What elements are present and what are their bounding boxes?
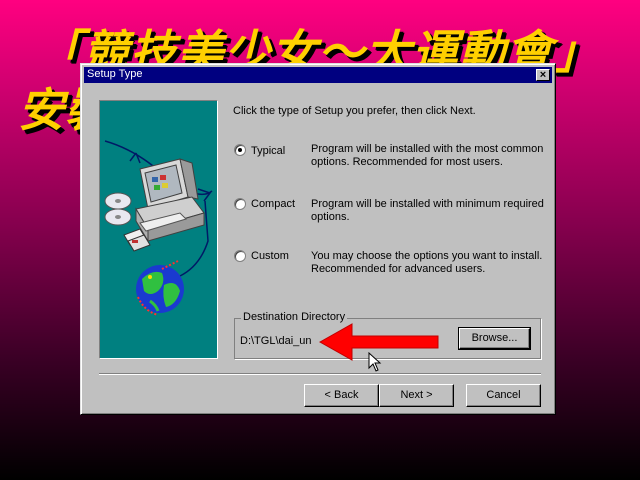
computer-illustration (104, 140, 213, 316)
option-label-compact[interactable]: Compact (251, 198, 295, 211)
radio-compact[interactable] (234, 198, 246, 210)
dialog-titlebar: Setup Type × (84, 67, 552, 83)
option-label-typical[interactable]: Typical (251, 145, 285, 158)
instruction-text: Click the type of Setup you prefer, then… (233, 105, 476, 117)
option-description-typical: Program will be installed with the most … (311, 143, 544, 168)
globe-icon (136, 260, 184, 316)
button-separator (99, 373, 541, 375)
option-description-custom: You may choose the options you want to i… (311, 250, 543, 275)
browse-button[interactable]: Browse... (458, 327, 531, 350)
radio-custom[interactable] (234, 250, 246, 262)
setup-type-dialog: Setup Type × Click the type of Setup you… (80, 63, 556, 415)
destination-path: D:\TGL\dai_un (240, 335, 312, 347)
back-button[interactable]: < Back (304, 384, 379, 407)
setup-illustration (99, 100, 218, 359)
option-label-custom[interactable]: Custom (251, 250, 289, 263)
mouse-cursor-icon (368, 352, 382, 372)
next-button[interactable]: Next > (379, 384, 454, 407)
radio-selected-dot (238, 148, 242, 152)
cancel-button[interactable]: Cancel (466, 384, 541, 407)
cd-discs-icon (104, 192, 132, 226)
close-button[interactable]: × (536, 69, 550, 81)
option-description-compact: Program will be installed with minimum r… (311, 198, 544, 223)
dialog-title: Setup Type (87, 68, 143, 80)
radio-typical[interactable] (234, 144, 246, 156)
